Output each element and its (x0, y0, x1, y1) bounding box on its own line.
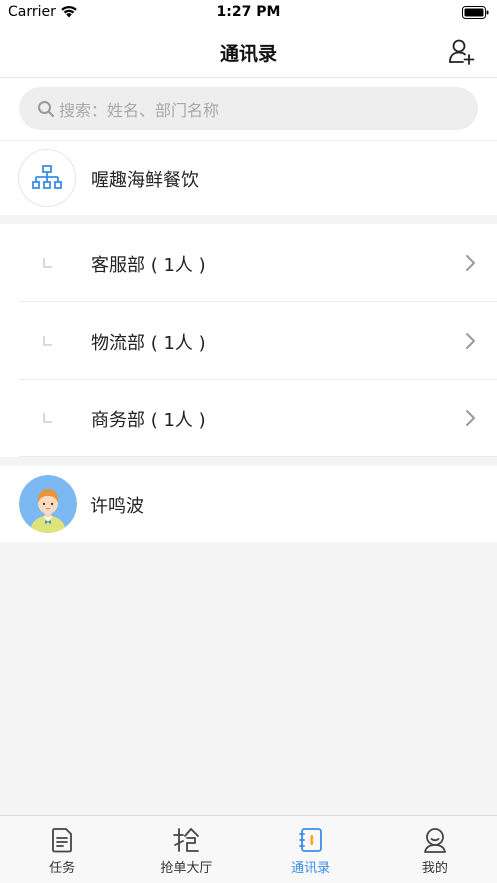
add-user-icon (449, 39, 475, 65)
department-row[interactable]: 客服部 ( 1人 ) (0, 224, 497, 302)
tab-bar: 任务 抢单大厅 通讯录 我的 (0, 815, 497, 883)
chevron-right-icon (466, 255, 475, 271)
add-contact-button[interactable] (447, 36, 477, 66)
department-label: 客服部 ( 1人 ) (91, 255, 206, 276)
tree-branch-icon (43, 413, 52, 423)
avatar (19, 475, 77, 533)
search-input[interactable]: 搜索：姓名、部门名称 (19, 87, 478, 130)
page-title: 通讯录 (219, 43, 277, 65)
tab-grab-order-hall[interactable]: 抢单大厅 (124, 816, 248, 883)
status-time: 1:27 PM (216, 4, 281, 20)
org-chart-icon-wrap (18, 149, 76, 207)
task-icon (52, 828, 73, 853)
department-row[interactable]: 商务部 ( 1人 ) (0, 379, 497, 457)
department-label: 商务部 ( 1人 ) (91, 410, 206, 431)
department-list: 客服部 ( 1人 ) 物流部 ( 1人 ) 商务部 ( 1人 ) (0, 224, 497, 457)
screen: Carrier 1:27 PM 通讯录 搜索：姓名、部门名称 喔趣海鲜餐饮 客服… (0, 0, 497, 883)
default-avatar-icon (19, 475, 77, 533)
company-row[interactable]: 喔趣海鲜餐饮 (0, 141, 497, 215)
company-name: 喔趣海鲜餐饮 (91, 170, 199, 191)
tab-label: 我的 (421, 861, 448, 876)
search-section: 搜索：姓名、部门名称 (0, 78, 497, 141)
status-bar: Carrier 1:27 PM (0, 0, 497, 26)
navigation-bar: 通讯录 (0, 26, 497, 78)
tree-branch-icon (43, 258, 52, 268)
department-row[interactable]: 物流部 ( 1人 ) (0, 302, 497, 380)
member-row[interactable]: 许鸣波 (0, 466, 497, 542)
tab-contacts[interactable]: 通讯录 (249, 816, 373, 883)
tab-label: 通讯录 (291, 861, 331, 876)
tab-label: 任务 (49, 861, 76, 876)
profile-icon (423, 828, 446, 853)
member-name: 许鸣波 (90, 496, 144, 517)
tab-label: 抢单大厅 (160, 861, 213, 876)
search-icon (38, 100, 55, 117)
department-label: 物流部 ( 1人 ) (91, 333, 206, 354)
grab-order-icon (173, 828, 200, 852)
battery-icon (462, 6, 489, 19)
tree-branch-icon (43, 336, 52, 346)
chevron-right-icon (466, 333, 475, 349)
tab-profile[interactable]: 我的 (373, 816, 497, 883)
search-placeholder: 搜索：姓名、部门名称 (59, 100, 220, 120)
row-divider (19, 456, 497, 457)
chevron-right-icon (466, 410, 475, 426)
contacts-icon (298, 828, 322, 852)
tab-task[interactable]: 任务 (0, 816, 124, 883)
org-chart-icon (32, 165, 62, 189)
